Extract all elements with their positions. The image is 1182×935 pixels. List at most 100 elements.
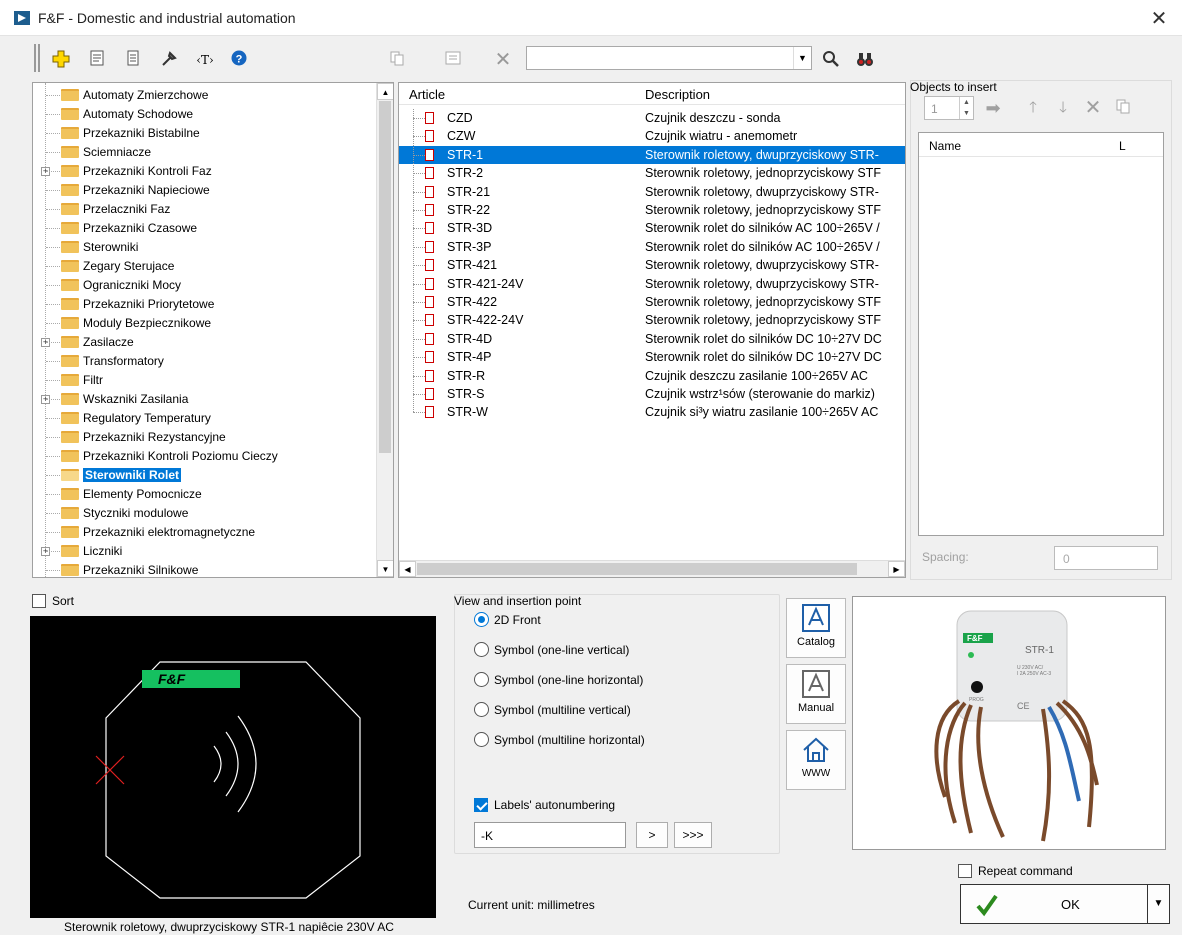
tools-icon[interactable] [158,50,180,70]
article-row[interactable]: STR-R Czujnik deszczu zasilanie 100÷265V … [399,367,905,385]
card-icon[interactable] [442,50,464,70]
arrow-right-icon[interactable]: ➡ [982,98,1004,118]
article-row[interactable]: STR-422 Sterownik roletowy, jednoprzycisk… [399,293,905,311]
delete-icon[interactable]: ✕ [492,50,514,70]
search-icon[interactable] [820,50,842,70]
ok-button[interactable]: OK ▼ [960,884,1170,924]
copy-object-icon[interactable] [1112,98,1134,118]
folder-icon [61,127,79,139]
article-row[interactable]: STR-421 Sterownik roletowy, dwuprzyciskow… [399,256,905,274]
tree-scrollbar[interactable]: ▲ ▼ [376,83,393,577]
folder-icon [61,507,79,519]
count-spinner[interactable]: 1 ▲ ▼ [924,96,974,120]
view-option[interactable]: Symbol (multiline horizontal) [474,732,674,750]
autonumber-checkbox[interactable] [474,798,488,812]
scroll-up-icon[interactable]: ▲ [377,83,393,100]
objects-legend: Objects to insert [910,80,997,94]
article-row[interactable]: STR-1 Sterownik roletowy, dwuprzyciskowy … [399,145,905,164]
view-option[interactable]: Symbol (one-line horizontal) [474,672,674,690]
autonumber-label: Labels' autonumbering [494,798,616,812]
repeat-checkbox[interactable] [958,864,972,878]
manual-button[interactable]: Manual [786,664,846,724]
ok-dropdown-icon[interactable]: ▼ [1147,885,1169,923]
article-row[interactable]: CZW Czujnik wiatru - anemometr [399,127,905,145]
tree-item-label: Zasilacze [83,335,134,349]
catalog-button[interactable]: Catalog [786,598,846,658]
spin-arrows-icon[interactable]: ▲ ▼ [959,97,973,119]
copy-icon[interactable] [386,50,408,70]
article-code: STR-21 [447,184,491,199]
label-prefix-field[interactable]: -K [474,822,626,848]
view-option[interactable]: Symbol (one-line vertical) [474,642,674,660]
article-code: STR-R [447,368,486,383]
view-option-label: Symbol (one-line horizontal) [494,673,644,687]
article-row[interactable]: STR-S Czujnik wstrz¹sów (sterowanie do ma… [399,385,905,403]
article-hscrollbar[interactable]: ◀ ▶ [399,560,905,577]
view-option[interactable]: Symbol (multiline vertical) [474,702,674,720]
article-icon [425,296,434,308]
article-row[interactable]: STR-421-24V Sterownik roletowy, dwuprzyci… [399,275,905,293]
article-row[interactable]: STR-22 Sterownik roletowy, jednoprzycisko… [399,201,905,219]
tree-item-label: Wskazniki Zasilania [83,392,189,406]
help-icon[interactable]: ? [228,50,250,70]
col-l[interactable]: L [1119,139,1126,153]
scrollbar-thumb[interactable] [417,563,857,575]
scroll-down-icon[interactable]: ▼ [377,560,393,577]
view-option[interactable]: 2D Front [474,612,674,630]
preview-canvas[interactable]: F&F [30,616,436,918]
article-row[interactable]: STR-3P Sterownik rolet do silników AC 100… [399,238,905,256]
article-row[interactable]: CZD Czujnik deszczu - sonda [399,109,905,127]
properties-icon[interactable] [86,50,108,70]
toolbar-grip[interactable] [34,44,40,72]
article-row[interactable]: STR-422-24V Sterownik roletowy, jednoprzy… [399,311,905,329]
article-description: Sterownik rolet do silników DC 10÷27V DC [645,331,882,346]
close-button[interactable]: ✕ [1146,8,1172,30]
search-combo[interactable]: ▼ [526,46,812,70]
count-value: 1 [931,102,938,116]
radio-button[interactable] [474,612,489,627]
radio-button[interactable] [474,642,489,657]
article-list[interactable]: Article Description CZD Czujnik deszczu -… [398,82,906,578]
radio-button[interactable] [474,732,489,747]
header-description[interactable]: Description [645,87,710,102]
binoculars-icon[interactable] [854,50,876,70]
home-icon [803,737,829,762]
add-icon[interactable] [50,50,72,70]
text-icon[interactable]: ‹T› [194,50,216,70]
article-icon [425,388,434,400]
article-row[interactable]: STR-2 Sterownik roletowy, jednoprzyciskow… [399,164,905,182]
scroll-right-icon[interactable]: ▶ [888,561,905,577]
scroll-left-icon[interactable]: ◀ [399,561,416,577]
folder-icon [61,545,79,557]
article-description: Sterownik roletowy, jednoprzyciskowy STF [645,313,881,328]
scrollbar-thumb[interactable] [379,101,391,453]
sort-checkbox[interactable] [32,594,46,608]
www-button[interactable]: WWW [786,730,846,790]
article-row[interactable]: STR-4P Sterownik rolet do silników DC 10÷… [399,348,905,366]
objects-list[interactable]: Name L [918,132,1164,536]
col-name[interactable]: Name [929,139,961,153]
category-tree[interactable]: Automaty Zmierzchowe Automaty Schodowe Prz… [32,82,394,578]
article-description: Sterownik roletowy, dwuprzyciskowy STR- [645,184,879,199]
folder-icon [61,146,79,158]
radio-button[interactable] [474,672,489,687]
article-row[interactable]: STR-3D Sterownik rolet do silników AC 100… [399,219,905,237]
arrow-up-icon[interactable]: 🡑 [1022,98,1044,118]
list-icon[interactable] [122,50,144,70]
arrow-down-icon[interactable]: 🡓 [1052,98,1074,118]
remove-icon[interactable]: ✕ [1082,98,1104,118]
header-article[interactable]: Article [409,87,445,102]
radio-button[interactable] [474,702,489,717]
folder-icon [61,260,79,272]
next-button[interactable]: > [636,822,668,848]
photo-ce: CE [1017,701,1030,711]
all-button[interactable]: >>> [674,822,712,848]
folder-icon [61,526,79,538]
spacing-field[interactable]: 0 [1054,546,1158,570]
folder-icon [61,222,79,234]
chevron-down-icon[interactable]: ▼ [793,47,811,69]
article-row[interactable]: STR-21 Sterownik roletowy, dwuprzyciskowy… [399,183,905,201]
article-row[interactable]: STR-4D Sterownik rolet do silników DC 10÷… [399,330,905,348]
view-group [454,594,780,854]
article-row[interactable]: STR-W Czujnik si³y wiatru zasilanie 100÷2… [399,403,905,421]
